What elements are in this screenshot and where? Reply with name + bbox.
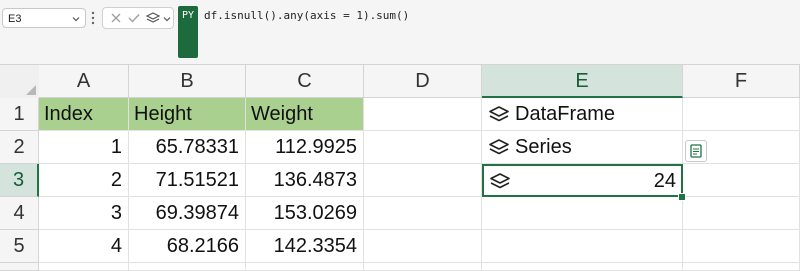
cell-c4[interactable]: 153.0269	[246, 197, 364, 230]
cell-e5[interactable]	[482, 230, 683, 263]
layers-icon	[490, 173, 510, 189]
cell-a5[interactable]: 4	[39, 230, 129, 263]
cell-e1-text: DataFrame	[515, 103, 616, 125]
cell-f5[interactable]	[683, 230, 800, 263]
cancel-icon[interactable]	[109, 11, 123, 25]
python-output-icon[interactable]	[145, 11, 161, 27]
row-header-1[interactable]: 1	[0, 98, 39, 131]
cell-c3[interactable]: 136.4873	[246, 164, 364, 197]
cell-e4[interactable]	[482, 197, 683, 230]
cell-a2[interactable]: 1	[39, 131, 129, 164]
cell-b4[interactable]: 69.39874	[129, 197, 246, 230]
row-header-5[interactable]: 5	[0, 230, 39, 263]
cell-a6[interactable]	[39, 263, 129, 271]
row-header-2[interactable]: 2	[0, 131, 39, 164]
cell-e2[interactable]: Series	[482, 131, 683, 164]
cell-a1[interactable]: Index	[39, 98, 129, 131]
cell-c2[interactable]: 112.9925	[246, 131, 364, 164]
python-badge: PY	[178, 6, 198, 58]
cell-b5[interactable]: 68.2166	[129, 230, 246, 263]
cell-b6[interactable]	[129, 263, 246, 271]
cell-d6[interactable]	[364, 263, 482, 271]
formula-input[interactable]: df.isnull().any(axis = 1).sum()	[204, 9, 409, 22]
cell-e6[interactable]	[482, 263, 683, 271]
column-header-b[interactable]: B	[129, 65, 246, 98]
cell-c6[interactable]	[246, 263, 364, 271]
more-options-icon[interactable]	[90, 10, 96, 26]
formula-bar: E3 PY df.isnull().any(axis = 1).sum()	[0, 0, 800, 65]
cell-b1[interactable]: Height	[129, 98, 246, 131]
column-header-d[interactable]: D	[364, 65, 482, 98]
cell-f1[interactable]	[683, 98, 800, 131]
row-header-4[interactable]: 4	[0, 197, 39, 230]
cell-e2-text: Series	[515, 136, 572, 158]
cell-e3-active[interactable]: 24	[482, 164, 683, 197]
row-header-6[interactable]	[0, 263, 39, 271]
card-icon	[690, 144, 702, 158]
cell-d1[interactable]	[364, 98, 482, 131]
column-header-f[interactable]: F	[683, 65, 800, 98]
layers-icon	[489, 106, 509, 122]
layers-icon	[489, 139, 509, 155]
cell-d5[interactable]	[364, 230, 482, 263]
cell-f4[interactable]	[683, 197, 800, 230]
cell-e1[interactable]: DataFrame	[482, 98, 683, 131]
select-all-button[interactable]	[0, 65, 40, 99]
spreadsheet-grid: A B C D E F 1 2 3 4 5 Index Height Weigh…	[0, 65, 800, 271]
column-header-c[interactable]: C	[246, 65, 364, 98]
cell-c5[interactable]: 142.3354	[246, 230, 364, 263]
show-card-button[interactable]	[685, 140, 707, 162]
name-box-value: E3	[8, 13, 22, 25]
enter-check-icon[interactable]	[127, 11, 141, 25]
cell-a4[interactable]: 3	[39, 197, 129, 230]
cell-d2[interactable]	[364, 131, 482, 164]
cell-b2[interactable]: 65.78331	[129, 131, 246, 164]
cell-f6[interactable]	[683, 263, 800, 271]
fill-handle[interactable]	[678, 193, 686, 201]
cell-f3[interactable]	[683, 164, 800, 197]
cell-b3[interactable]: 71.51521	[129, 164, 246, 197]
formula-actions	[102, 7, 174, 29]
row-header-3[interactable]: 3	[0, 164, 39, 197]
chevron-down-icon	[72, 17, 80, 22]
cell-c1[interactable]: Weight	[246, 98, 364, 131]
name-box[interactable]: E3	[2, 8, 86, 28]
cell-a3[interactable]: 2	[39, 164, 129, 197]
cell-d3[interactable]	[364, 164, 482, 197]
cell-d4[interactable]	[364, 197, 482, 230]
chevron-down-icon[interactable]	[163, 15, 171, 23]
column-header-e[interactable]: E	[482, 65, 683, 98]
column-header-a[interactable]: A	[39, 65, 129, 98]
cell-e3-value: 24	[653, 170, 676, 192]
